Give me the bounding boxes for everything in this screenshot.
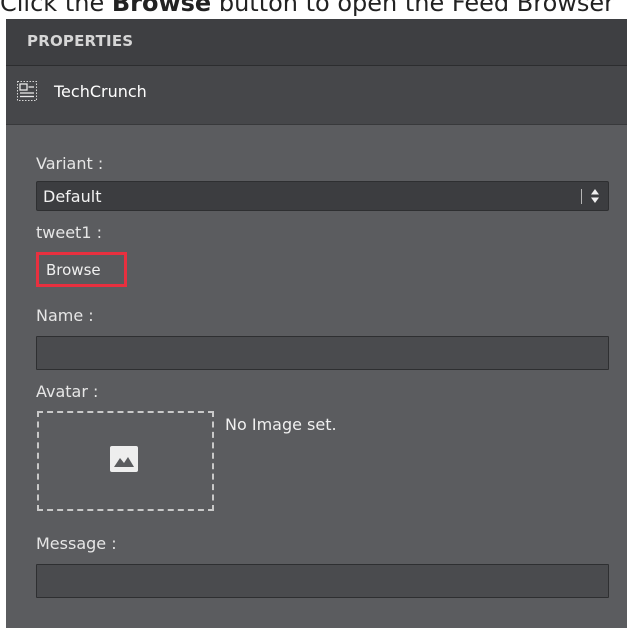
select-divider [581,189,582,204]
node-icon [17,81,37,101]
panel-header-title: PROPERTIES [27,32,134,50]
variant-select-value: Default [43,187,102,206]
instruction-caption: Click the Browse button to open the Feed… [0,0,614,19]
up-down-arrows-icon [591,189,599,203]
node-bar[interactable]: TechCrunch [6,66,627,125]
caption-bold: Browse [111,0,212,17]
node-title: TechCrunch [54,82,147,101]
browse-button[interactable]: Browse [36,252,127,287]
avatar-image-drop[interactable] [37,411,214,511]
properties-panel: PROPERTIES TechCrunch Variant : Default … [6,19,627,628]
image-icon [110,446,138,472]
tweet-label: tweet1 : [36,223,102,242]
panel-header: PROPERTIES [6,19,627,66]
message-input[interactable] [36,564,609,598]
avatar-status-text: No Image set. [225,415,337,434]
caption-prefix: Click the [0,0,112,17]
caption-suffix: button to open the Feed Browser [211,0,615,17]
name-label: Name : [36,306,94,325]
avatar-label: Avatar : [36,382,99,401]
message-label: Message : [36,534,117,553]
variant-select[interactable]: Default [36,181,609,211]
name-input[interactable] [36,336,609,370]
variant-label: Variant : [36,154,104,173]
